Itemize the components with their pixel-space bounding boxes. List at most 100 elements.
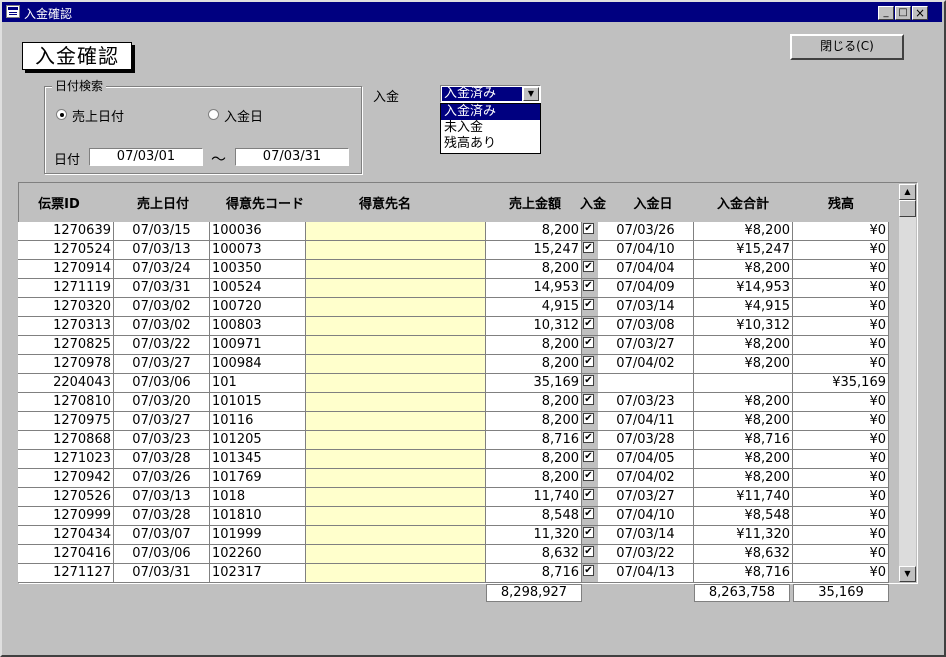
paid-checkbox[interactable]: ✔ bbox=[583, 508, 594, 519]
paid-checkbox[interactable]: ✔ bbox=[583, 356, 594, 367]
payment-filter-option[interactable]: 残高あり bbox=[441, 136, 540, 152]
cell-sales-amount: 15,247 bbox=[486, 241, 582, 260]
paid-checkbox[interactable]: ✔ bbox=[583, 527, 594, 538]
cell-paid: ✔ bbox=[582, 526, 598, 545]
cell-customer-name bbox=[306, 222, 486, 241]
cell-sales-amount: 8,548 bbox=[486, 507, 582, 526]
maximize-button[interactable]: □ bbox=[895, 6, 911, 20]
paid-checkbox[interactable]: ✔ bbox=[583, 299, 594, 310]
cell-customer-code: 101769 bbox=[210, 469, 306, 488]
cell-customer-name bbox=[306, 412, 486, 431]
cell-customer-name bbox=[306, 488, 486, 507]
paid-checkbox[interactable]: ✔ bbox=[583, 432, 594, 443]
cell-payment-total bbox=[694, 374, 793, 393]
payment-filter-select[interactable]: 入金済み ▼ bbox=[440, 85, 541, 103]
cell-sales-date: 07/03/06 bbox=[114, 545, 210, 564]
cell-sales-amount: 8,716 bbox=[486, 564, 582, 583]
payment-filter-option[interactable]: 入金済み bbox=[441, 104, 540, 120]
total-payment-amount: 8,263,758 bbox=[694, 584, 790, 602]
close-window-button[interactable]: × bbox=[912, 6, 928, 20]
paid-checkbox[interactable]: ✔ bbox=[583, 261, 594, 272]
scroll-up-icon[interactable]: ▲ bbox=[899, 184, 916, 200]
paid-checkbox[interactable]: ✔ bbox=[583, 337, 594, 348]
date-to-input[interactable]: 07/03/31 bbox=[235, 148, 349, 166]
paid-checkbox[interactable]: ✔ bbox=[583, 451, 594, 462]
cell-paid: ✔ bbox=[582, 564, 598, 583]
col-header-balance: 残高 bbox=[827, 197, 854, 212]
col-header-payment-date: 入金日 bbox=[633, 197, 673, 212]
close-button[interactable]: 閉じる(C) bbox=[790, 34, 904, 60]
cell-customer-code: 100350 bbox=[210, 260, 306, 279]
cell-payment-date: 07/04/10 bbox=[598, 241, 694, 260]
cell-paid: ✔ bbox=[582, 488, 598, 507]
date-from-input[interactable]: 07/03/01 bbox=[89, 148, 203, 166]
cell-balance: ¥0 bbox=[793, 564, 889, 583]
cell-customer-name bbox=[306, 526, 486, 545]
paid-checkbox[interactable]: ✔ bbox=[583, 565, 594, 576]
cell-payment-date: 07/04/09 bbox=[598, 279, 694, 298]
cell-payment-total: ¥8,200 bbox=[694, 260, 793, 279]
cell-sales-date: 07/03/07 bbox=[114, 526, 210, 545]
table-scrollbar[interactable]: ▲ ▼ bbox=[899, 184, 916, 582]
cell-sales-amount: 10,312 bbox=[486, 317, 582, 336]
minimize-button[interactable]: _ bbox=[878, 6, 894, 20]
cell-payment-date: 07/04/13 bbox=[598, 564, 694, 583]
paid-checkbox[interactable]: ✔ bbox=[583, 375, 594, 386]
cell-slip-id: 1271119 bbox=[18, 279, 114, 298]
cell-customer-name bbox=[306, 450, 486, 469]
paid-checkbox[interactable]: ✔ bbox=[583, 280, 594, 291]
cell-paid: ✔ bbox=[582, 241, 598, 260]
radio-payment-date-label: 入金日 bbox=[224, 110, 264, 125]
cell-slip-id: 1270810 bbox=[18, 393, 114, 412]
scroll-thumb[interactable] bbox=[899, 200, 916, 217]
col-header-sales-date: 売上日付 bbox=[136, 197, 189, 212]
cell-paid: ✔ bbox=[582, 450, 598, 469]
payment-filter-option[interactable]: 未入金 bbox=[441, 120, 540, 136]
radio-sales-date[interactable] bbox=[56, 109, 67, 120]
cell-paid: ✔ bbox=[582, 469, 598, 488]
cell-payment-date: 07/04/02 bbox=[598, 469, 694, 488]
cell-slip-id: 1270434 bbox=[18, 526, 114, 545]
cell-balance: ¥0 bbox=[793, 355, 889, 374]
cell-sales-amount: 35,169 bbox=[486, 374, 582, 393]
paid-checkbox[interactable]: ✔ bbox=[583, 223, 594, 234]
cell-paid: ✔ bbox=[582, 260, 598, 279]
cell-payment-date: 07/03/23 bbox=[598, 393, 694, 412]
cell-sales-date: 07/03/31 bbox=[114, 279, 210, 298]
cell-sales-amount: 8,200 bbox=[486, 222, 582, 241]
paid-checkbox[interactable]: ✔ bbox=[583, 318, 594, 329]
paid-checkbox[interactable]: ✔ bbox=[583, 546, 594, 557]
cell-sales-amount: 8,200 bbox=[486, 393, 582, 412]
col-header-payment-total: 入金合計 bbox=[716, 197, 769, 212]
cell-customer-code: 10116 bbox=[210, 412, 306, 431]
cell-balance: ¥0 bbox=[793, 412, 889, 431]
paid-checkbox[interactable]: ✔ bbox=[583, 394, 594, 405]
cell-sales-date: 07/03/20 bbox=[114, 393, 210, 412]
paid-checkbox[interactable]: ✔ bbox=[583, 413, 594, 424]
cell-customer-name bbox=[306, 393, 486, 412]
cell-sales-date: 07/03/06 bbox=[114, 374, 210, 393]
radio-sales-date-label: 売上日付 bbox=[72, 110, 125, 125]
title-bar: 入金確認 _ □ × bbox=[2, 2, 942, 22]
cell-customer-name bbox=[306, 260, 486, 279]
paid-checkbox[interactable]: ✔ bbox=[583, 489, 594, 500]
cell-payment-total: ¥11,740 bbox=[694, 488, 793, 507]
cell-balance: ¥0 bbox=[793, 241, 889, 260]
cell-customer-code: 101 bbox=[210, 374, 306, 393]
cell-customer-code: 101205 bbox=[210, 431, 306, 450]
date-search-group-label: 日付検索 bbox=[52, 77, 107, 94]
cell-balance: ¥0 bbox=[793, 526, 889, 545]
cell-payment-total: ¥8,200 bbox=[694, 412, 793, 431]
radio-payment-date[interactable] bbox=[208, 109, 219, 120]
cell-balance: ¥35,169 bbox=[793, 374, 889, 393]
cell-customer-name bbox=[306, 507, 486, 526]
total-sales-amount: 8,298,927 bbox=[486, 584, 582, 602]
cell-customer-code: 101999 bbox=[210, 526, 306, 545]
scroll-down-icon[interactable]: ▼ bbox=[899, 566, 916, 582]
cell-payment-total: ¥8,200 bbox=[694, 393, 793, 412]
cell-payment-date: 07/04/04 bbox=[598, 260, 694, 279]
chevron-down-icon[interactable]: ▼ bbox=[523, 87, 539, 101]
paid-checkbox[interactable]: ✔ bbox=[583, 242, 594, 253]
paid-checkbox[interactable]: ✔ bbox=[583, 470, 594, 481]
form-icon bbox=[6, 5, 20, 18]
